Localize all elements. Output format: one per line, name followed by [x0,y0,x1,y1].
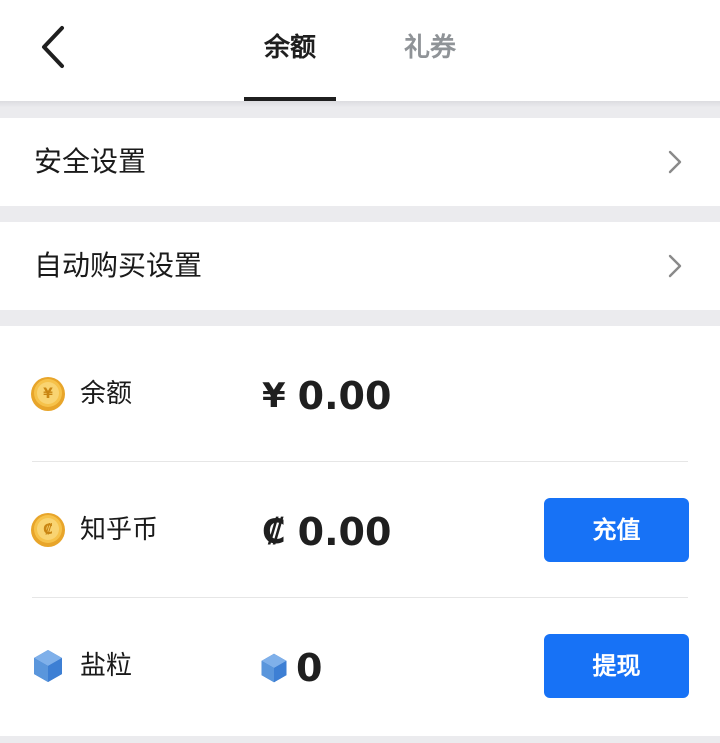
back-button[interactable] [30,22,80,72]
auto-buy-settings-row[interactable]: 自动购买设置 [0,222,720,310]
auto-buy-settings-label: 自动购买设置 [34,249,203,282]
salt-amount: 0 [258,646,322,690]
yuan-symbol: ¥ [262,376,286,416]
tab-balance[interactable]: 余额 [240,28,340,68]
tab-coupons[interactable]: 礼券 [380,28,480,68]
svg-text:₡: ₡ [43,522,53,538]
withdraw-button[interactable]: 提现 [544,634,689,698]
zhihu-coin-symbol: ₡ [262,512,286,552]
balance-value: 0.00 [297,374,392,418]
chevron-left-icon [42,26,64,68]
zhihu-coin-row: ₡ 知乎币 ₡ 0.00 充值 [0,462,720,597]
svg-text:¥: ¥ [43,386,53,402]
balance-amount: ¥ 0.00 [262,374,391,418]
top-nav-bar: 余额 礼券 [0,0,720,101]
zhihu-coin-value: 0.00 [297,510,392,554]
recharge-button[interactable]: 充值 [544,498,689,562]
assets-card: ¥ 余额 ¥ 0.00 ₡ 知乎币 ₡ 0.00 充值 盐粒 0 提现 [0,326,720,736]
salt-crystal-icon [34,650,62,682]
yuan-coin-icon: ¥ [31,377,65,411]
zhihu-coin-label: 知乎币 [80,515,159,545]
chevron-right-icon [668,254,682,278]
balance-label: 余额 [80,379,133,409]
salt-row: 盐粒 0 提现 [0,598,720,733]
chevron-right-icon [668,150,682,174]
security-settings-label: 安全设置 [34,145,147,178]
balance-row: ¥ 余额 ¥ 0.00 [0,326,720,461]
salt-crystal-icon [261,653,287,683]
salt-value: 0 [296,646,323,690]
security-settings-row[interactable]: 安全设置 [0,118,720,206]
salt-label: 盐粒 [80,651,133,681]
zhihu-coin-icon: ₡ [31,513,65,547]
header-divider [0,101,720,117]
zhihu-coin-amount: ₡ 0.00 [262,510,391,554]
